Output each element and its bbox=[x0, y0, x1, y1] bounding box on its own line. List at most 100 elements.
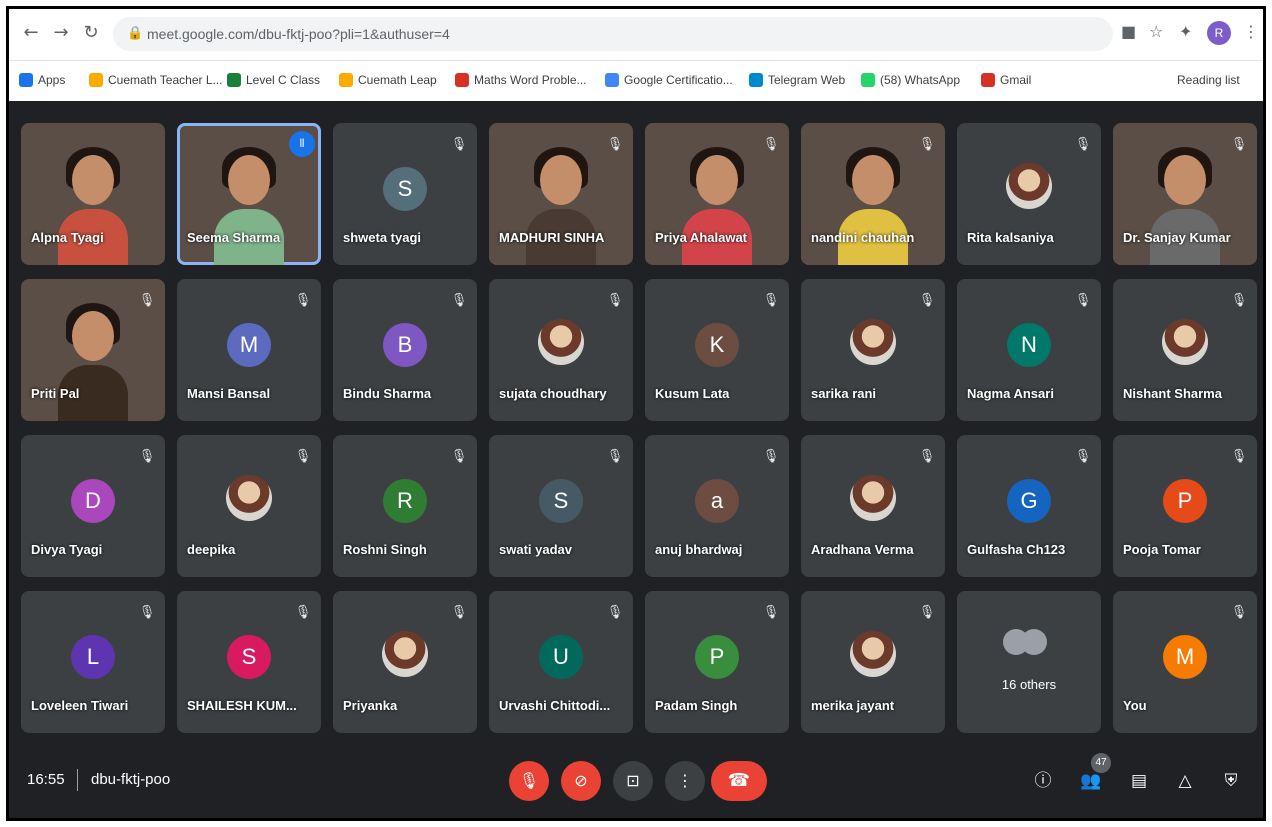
participant-tile[interactable]: M You 🎙 bbox=[1113, 591, 1257, 733]
participant-tile[interactable]: Alpna Tyagi bbox=[21, 123, 165, 265]
participant-video bbox=[682, 143, 752, 265]
mic-muted-icon: 🎙 bbox=[918, 137, 936, 152]
others-label: 16 others bbox=[1001, 677, 1057, 692]
bookmarks-bar: Apps Cuemath Teacher L... Level C Class Cue… bbox=[9, 61, 1263, 101]
mic-muted-icon: 🎙 bbox=[606, 449, 624, 464]
participant-name: Nishant Sharma bbox=[1123, 386, 1222, 401]
participant-name: Padam Singh bbox=[655, 698, 738, 713]
participant-avatar: N bbox=[1007, 323, 1051, 367]
participant-tile[interactable]: U Urvashi Chittodi... 🎙 bbox=[489, 591, 633, 733]
participant-tile[interactable]: nandini chauhan 🎙 bbox=[801, 123, 945, 265]
participant-tile[interactable]: deepika 🎙 bbox=[177, 435, 321, 577]
participant-avatar: K bbox=[695, 323, 739, 367]
participant-photo bbox=[382, 631, 428, 677]
participant-name: Rita kalsaniya bbox=[967, 230, 1054, 245]
bookmark-item[interactable]: Apps bbox=[19, 73, 65, 87]
bookmark-item[interactable]: Telegram Web bbox=[749, 73, 845, 87]
participant-name: Bindu Sharma bbox=[343, 386, 432, 401]
participant-tile[interactable]: L Loveleen Tiwari 🎙 bbox=[21, 591, 165, 733]
info-icon[interactable]: ⓘ bbox=[1031, 769, 1055, 793]
back-icon[interactable]: ← bbox=[19, 21, 43, 45]
more-icon[interactable]: ⋮ bbox=[665, 761, 705, 801]
mic-muted-icon: 🎙 bbox=[918, 605, 936, 620]
present-icon[interactable]: ⊡ bbox=[613, 761, 653, 801]
bookmark-item[interactable]: Gmail bbox=[981, 73, 1031, 87]
chat-icon[interactable]: ▤ bbox=[1127, 769, 1151, 793]
participant-avatar: D bbox=[71, 479, 115, 523]
participant-name: Divya Tyagi bbox=[31, 542, 103, 557]
participant-tile[interactable]: merika jayant 🎙 bbox=[801, 591, 945, 733]
participant-tile[interactable]: MADHURI SINHA 🎙 bbox=[489, 123, 633, 265]
bookmark-icon bbox=[339, 73, 353, 87]
bookmark-item[interactable]: Cuemath Teacher L... bbox=[89, 73, 223, 87]
participant-name: Alpna Tyagi bbox=[31, 230, 104, 245]
participant-tile[interactable]: Sshweta tyagi 🎙 bbox=[333, 123, 477, 265]
participant-tile[interactable]: Priyanka 🎙 bbox=[333, 591, 477, 733]
bookmark-item[interactable]: Cuemath Leap bbox=[339, 73, 437, 87]
participant-tile[interactable]: M Mansi Bansal 🎙 bbox=[177, 279, 321, 421]
participant-tile[interactable]: Nishant Sharma 🎙 bbox=[1113, 279, 1257, 421]
participant-tile[interactable]: Aradhana Verma 🎙 bbox=[801, 435, 945, 577]
bookmark-item[interactable]: Google Certificatio... bbox=[605, 73, 733, 87]
participant-tile[interactable]: Dr. Sanjay Kumar 🎙 bbox=[1113, 123, 1257, 265]
participant-tile[interactable]: sujata choudhary 🎙 bbox=[489, 279, 633, 421]
participant-tile[interactable]: Rita kalsaniya 🎙 bbox=[957, 123, 1101, 265]
activities-icon[interactable]: △ bbox=[1173, 769, 1197, 793]
participant-name: Aradhana Verma bbox=[811, 542, 914, 557]
participant-tile[interactable]: P Pooja Tomar 🎙 bbox=[1113, 435, 1257, 577]
participant-video bbox=[526, 143, 596, 265]
address-bar[interactable]: 🔒 meet.google.com/dbu-fktj-poo?pli=1&aut… bbox=[113, 17, 1113, 51]
host-controls-icon[interactable]: ⛨ bbox=[1219, 769, 1243, 793]
reading-list[interactable]: Reading list bbox=[1177, 73, 1240, 87]
bookmark-label: Google Certificatio... bbox=[624, 73, 733, 87]
participant-name: Priti Pal bbox=[31, 386, 80, 401]
menu-icon[interactable]: ⋮ bbox=[1243, 22, 1259, 41]
participant-tile[interactable]: B Bindu Sharma 🎙 bbox=[333, 279, 477, 421]
participant-tile[interactable]: Sswati yadav 🎙 bbox=[489, 435, 633, 577]
participant-tile[interactable]: N Nagma Ansari 🎙 bbox=[957, 279, 1101, 421]
mic-muted-icon: 🎙 bbox=[1230, 137, 1248, 152]
forward-icon[interactable]: → bbox=[49, 21, 73, 45]
participant-tile[interactable]: P Padam Singh 🎙 bbox=[645, 591, 789, 733]
bookmark-icon bbox=[19, 73, 33, 87]
mic-muted-icon: 🎙 bbox=[138, 293, 156, 308]
bookmark-item[interactable]: Level C Class bbox=[227, 73, 320, 87]
extensions-icon[interactable]: ✦ bbox=[1179, 22, 1192, 41]
participant-tile[interactable]: a anuj bhardwaj 🎙 bbox=[645, 435, 789, 577]
leave-call-button[interactable]: ☎ bbox=[711, 761, 767, 801]
participant-tile[interactable]: Seema Sharma ⦀ bbox=[177, 123, 321, 265]
participant-avatar: L bbox=[71, 635, 115, 679]
participant-grid: Alpna Tyagi Seema Sharma ⦀ Sshweta tyagi 🎙 MA… bbox=[9, 101, 1263, 741]
mic-off-icon[interactable]: 🎙 bbox=[509, 761, 549, 801]
participant-name: merika jayant bbox=[811, 698, 895, 713]
mic-muted-icon: 🎙 bbox=[1074, 293, 1092, 308]
participant-avatar: M bbox=[227, 323, 271, 367]
mic-muted-icon: 🎙 bbox=[450, 293, 468, 308]
participant-tile[interactable]: K Kusum Lata 🎙 bbox=[645, 279, 789, 421]
participant-tile[interactable]: Priti Pal 🎙 bbox=[21, 279, 165, 421]
participant-tile[interactable]: D Divya Tyagi 🎙 bbox=[21, 435, 165, 577]
mic-muted-icon: 🎙 bbox=[294, 293, 312, 308]
mic-muted-icon: 🎙 bbox=[450, 605, 468, 620]
meeting-controls-bar: 16:55 dbu-fktj-poo 🎙 ⊘ ⊡ ⋮ ☎ ⓘ 👥 47 ▤ △ … bbox=[9, 741, 1263, 818]
mic-muted-icon: 🎙 bbox=[450, 137, 468, 152]
profile-avatar[interactable]: R bbox=[1207, 21, 1231, 45]
participant-tile[interactable]: S SHAILESH KUM... 🎙 bbox=[177, 591, 321, 733]
divider bbox=[77, 769, 78, 791]
star-icon[interactable]: ☆ bbox=[1149, 22, 1163, 41]
address-row: ← → ↻ 🔒 meet.google.com/dbu-fktj-poo?pli… bbox=[9, 9, 1263, 61]
reload-icon[interactable]: ↻ bbox=[79, 21, 103, 45]
participant-name: swati yadav bbox=[499, 542, 572, 557]
url-text[interactable]: meet.google.com/dbu-fktj-poo?pli=1&authu… bbox=[147, 26, 450, 42]
participant-tile[interactable]: R Roshni Singh 🎙 bbox=[333, 435, 477, 577]
participant-tile[interactable]: 16 others bbox=[957, 591, 1101, 733]
bookmark-icon bbox=[861, 73, 875, 87]
bookmark-icon bbox=[227, 73, 241, 87]
participant-tile[interactable]: sarika rani 🎙 bbox=[801, 279, 945, 421]
bookmark-item[interactable]: Maths Word Proble... bbox=[455, 73, 587, 87]
camera-off-icon[interactable]: ⊘ bbox=[561, 761, 601, 801]
participant-tile[interactable]: G Gulfasha Ch123 🎙 bbox=[957, 435, 1101, 577]
participant-tile[interactable]: Priya Ahalawat 🎙 bbox=[645, 123, 789, 265]
bookmark-item[interactable]: (58) WhatsApp bbox=[861, 73, 960, 87]
camera-indicator-icon[interactable]: ■ bbox=[1121, 22, 1136, 41]
